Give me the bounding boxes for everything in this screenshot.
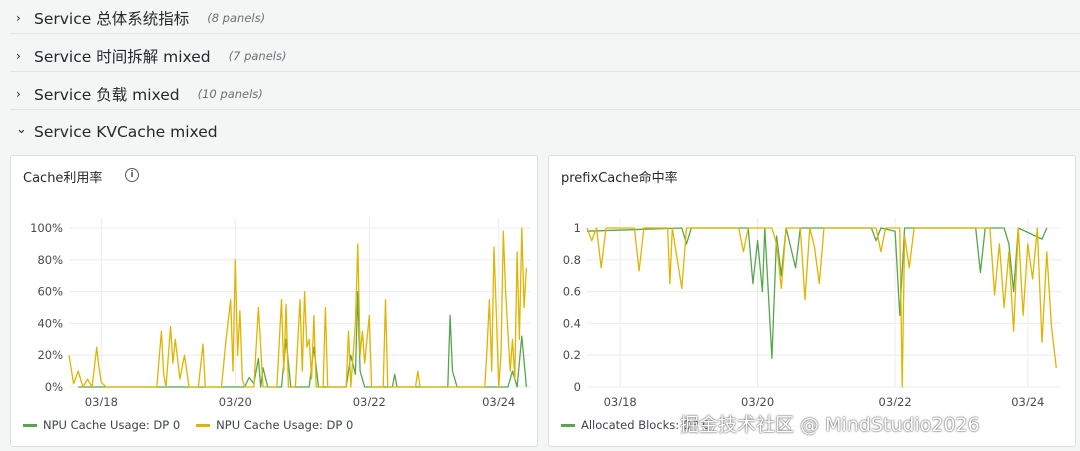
legend-swatch-green xyxy=(561,423,575,427)
x-tick-label: 03/24 xyxy=(482,395,515,406)
row-service-kvcache[interactable]: ⌄ Service KVCache mixed xyxy=(10,116,1080,148)
row-title: Service 总体系统指标 xyxy=(34,9,190,28)
series-line-green[interactable] xyxy=(78,290,528,388)
x-tick-label: 03/22 xyxy=(879,395,912,406)
row-service-load[interactable]: › Service 负载 mixed (10 panels) xyxy=(10,78,1080,110)
legend-item[interactable]: NPU Cache Usage: DP 0 xyxy=(23,418,180,432)
legend-swatch-green xyxy=(23,423,37,427)
legend-label: NPU Cache Usage: DP 0 xyxy=(43,418,181,432)
legend: NPU Cache Usage: DP 0 NPU Cache Usage: D… xyxy=(23,418,369,432)
panel-cache-usage: Cache利用率 i 0% 20% 40% 60% 80% 100% 03/18 03/20 0… xyxy=(10,155,538,447)
legend-item[interactable]: NPU Cache Usage: DP 0 xyxy=(196,418,353,432)
row-title: Service 时间拆解 mixed xyxy=(34,47,211,66)
row-title: Service KVCache mixed xyxy=(34,123,218,141)
chevron-down-icon[interactable]: ⌄ xyxy=(16,122,34,137)
y-tick-label: 100% xyxy=(30,221,63,235)
series-line-yellow[interactable] xyxy=(586,227,1057,388)
x-tick-label: 03/18 xyxy=(604,395,637,406)
y-tick-label: 0.4 xyxy=(563,316,581,330)
panel-prefix-cache-hit: prefixCache命中率 0 0.2 0.4 0.6 0.8 1 03/18 03/20 0… xyxy=(548,155,1076,447)
row-title: Service 负载 mixed xyxy=(34,85,180,104)
row-service-time-breakdown[interactable]: › Service 时间拆解 mixed (7 panels) xyxy=(10,40,1080,72)
y-tick-label: 80% xyxy=(37,253,63,267)
legend-label: NPU Cache Usage: DP 0 xyxy=(216,418,354,432)
x-tick-label: 03/20 xyxy=(741,395,774,406)
y-tick-label: 60% xyxy=(37,285,63,299)
chart-cache-usage: 0% 20% 40% 60% 80% 100% 03/18 03/20 03/22 03/24 xyxy=(30,218,531,406)
x-tick-label: 03/22 xyxy=(353,395,386,406)
y-tick-label: 0% xyxy=(45,380,63,394)
row-panel-count: (7 panels) xyxy=(228,48,287,63)
y-tick-label: 20% xyxy=(37,348,63,362)
y-tick-label: 0.8 xyxy=(563,253,581,267)
y-tick-label: 1 xyxy=(574,221,581,235)
row-service-overall[interactable]: › Service 总体系统指标 (8 panels) xyxy=(10,2,1080,34)
chart-prefix-cache-hit: 0 0.2 0.4 0.6 0.8 1 03/18 03/20 03/22 03/24 xyxy=(563,218,1061,406)
legend-swatch-yellow xyxy=(196,423,211,427)
series-line-green[interactable] xyxy=(586,227,1048,360)
y-tick-label: 40% xyxy=(37,316,63,330)
x-tick-label: 03/24 xyxy=(1011,395,1044,406)
watermark: 掘金技术社区 @ MindStudio2026 xyxy=(680,414,980,436)
y-tick-label: 0.6 xyxy=(563,285,581,299)
row-panel-count: (10 panels) xyxy=(197,86,263,101)
y-tick-label: 0 xyxy=(574,380,581,394)
chevron-right-icon[interactable]: › xyxy=(16,87,34,101)
series-line-yellow[interactable] xyxy=(68,227,528,388)
x-tick-label: 03/18 xyxy=(85,395,118,406)
row-panel-count: (8 panels) xyxy=(207,10,266,25)
y-tick-label: 0.2 xyxy=(563,348,581,362)
chevron-right-icon[interactable]: › xyxy=(16,49,34,63)
x-tick-label: 03/20 xyxy=(219,395,252,406)
chevron-right-icon[interactable]: › xyxy=(16,11,34,25)
